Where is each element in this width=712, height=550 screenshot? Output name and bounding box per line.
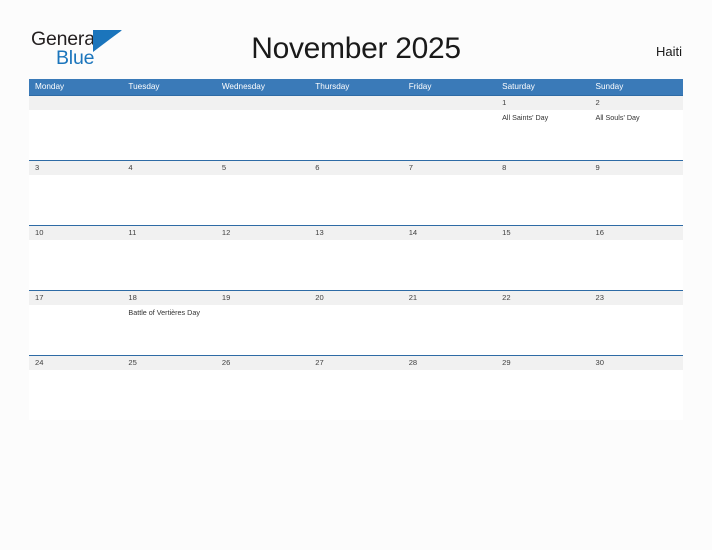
day-number[interactable]: 17: [29, 291, 122, 305]
day-number[interactable]: [122, 96, 215, 110]
day-event: [403, 240, 496, 290]
week-row: 17 18 19 20 21 22 23 Battle of Vertières…: [29, 290, 683, 355]
day-number[interactable]: 18: [122, 291, 215, 305]
week-row: 24 25 26 27 28 29 30: [29, 355, 683, 420]
week-row: 1 2 All Saints' Day All Souls' Day: [29, 95, 683, 160]
day-event: [590, 305, 683, 355]
day-number[interactable]: 19: [216, 291, 309, 305]
day-event: [29, 240, 122, 290]
day-number[interactable]: 1: [496, 96, 589, 110]
day-number[interactable]: 6: [309, 161, 402, 175]
day-event: [122, 240, 215, 290]
day-event: Battle of Vertières Day: [128, 308, 200, 317]
day-number[interactable]: [403, 96, 496, 110]
weekday-header-saturday: Saturday: [502, 82, 535, 91]
day-number[interactable]: 15: [496, 226, 589, 240]
week-event-row: [29, 240, 683, 290]
week-event-row: [29, 175, 683, 225]
day-number[interactable]: [29, 96, 122, 110]
day-number[interactable]: 20: [309, 291, 402, 305]
day-number[interactable]: 8: [496, 161, 589, 175]
day-event: [216, 305, 309, 355]
day-event: [590, 370, 683, 420]
day-event: All Saints' Day: [502, 113, 549, 122]
day-number[interactable]: 5: [216, 161, 309, 175]
day-number[interactable]: 9: [590, 161, 683, 175]
day-event: All Souls' Day: [595, 113, 640, 122]
day-event: [496, 305, 589, 355]
week-row: 10 11 12 13 14 15 16: [29, 225, 683, 290]
day-event: [309, 240, 402, 290]
day-event: [496, 175, 589, 225]
day-number[interactable]: 24: [29, 356, 122, 370]
day-event: [309, 370, 402, 420]
week-date-strip: 10 11 12 13 14 15 16: [29, 226, 683, 240]
day-event: [29, 370, 122, 420]
week-event-row: [29, 370, 683, 420]
day-number[interactable]: 11: [122, 226, 215, 240]
week-row: 3 4 5 6 7 8 9: [29, 160, 683, 225]
day-number[interactable]: 29: [496, 356, 589, 370]
day-number[interactable]: 3: [29, 161, 122, 175]
day-event: [216, 175, 309, 225]
weekday-header-tuesday: Tuesday: [128, 82, 160, 91]
day-number[interactable]: [309, 96, 402, 110]
day-number[interactable]: 27: [309, 356, 402, 370]
day-number[interactable]: 23: [590, 291, 683, 305]
day-number[interactable]: 13: [309, 226, 402, 240]
week-event-row: Battle of Vertières Day: [29, 305, 683, 355]
day-event: [590, 240, 683, 290]
weekday-header-wednesday: Wednesday: [221, 82, 265, 91]
day-event: [403, 110, 496, 160]
day-number[interactable]: 14: [403, 226, 496, 240]
page-header: General Blue November 2025 Haiti: [0, 0, 712, 78]
day-number[interactable]: 10: [29, 226, 122, 240]
country-label: Haiti: [655, 44, 682, 59]
day-event: [403, 175, 496, 225]
day-event: [496, 240, 589, 290]
day-event: [29, 175, 122, 225]
day-number[interactable]: 25: [122, 356, 215, 370]
day-event: [29, 110, 122, 160]
day-event: [29, 305, 122, 355]
day-event: [309, 175, 402, 225]
day-event: [309, 110, 402, 160]
week-date-strip: 24 25 26 27 28 29 30: [29, 356, 683, 370]
day-number[interactable]: 22: [496, 291, 589, 305]
weekday-header-sunday: Sunday: [595, 82, 624, 91]
day-number[interactable]: 7: [403, 161, 496, 175]
calendar-page: General Blue November 2025 Haiti Monday …: [0, 0, 712, 550]
week-date-strip: 1 2: [29, 96, 683, 110]
day-number[interactable]: 16: [590, 226, 683, 240]
weekday-header-row: Monday Tuesday Wednesday Thursday Friday…: [29, 79, 683, 95]
weekday-header-thursday: Thursday: [315, 82, 350, 91]
day-event: [122, 175, 215, 225]
day-event: [216, 370, 309, 420]
day-event: [403, 370, 496, 420]
day-event: [216, 110, 309, 160]
day-number[interactable]: 12: [216, 226, 309, 240]
weekday-header-monday: Monday: [35, 82, 65, 91]
day-event: [496, 370, 589, 420]
day-event: [590, 175, 683, 225]
day-number[interactable]: 28: [403, 356, 496, 370]
weekday-header-friday: Friday: [408, 82, 432, 91]
day-number[interactable]: 2: [590, 96, 683, 110]
day-event: [216, 240, 309, 290]
week-date-strip: 17 18 19 20 21 22 23: [29, 291, 683, 305]
day-number[interactable]: 26: [216, 356, 309, 370]
day-event: [309, 305, 402, 355]
day-event: [122, 110, 215, 160]
day-number[interactable]: 4: [122, 161, 215, 175]
day-number[interactable]: 30: [590, 356, 683, 370]
day-event: [122, 370, 215, 420]
day-event: [403, 305, 496, 355]
page-title: November 2025: [251, 32, 461, 65]
week-date-strip: 3 4 5 6 7 8 9: [29, 161, 683, 175]
day-number[interactable]: [216, 96, 309, 110]
calendar-grid: Monday Tuesday Wednesday Thursday Friday…: [29, 79, 683, 420]
week-event-row: All Saints' Day All Souls' Day: [29, 110, 683, 160]
day-number[interactable]: 21: [403, 291, 496, 305]
